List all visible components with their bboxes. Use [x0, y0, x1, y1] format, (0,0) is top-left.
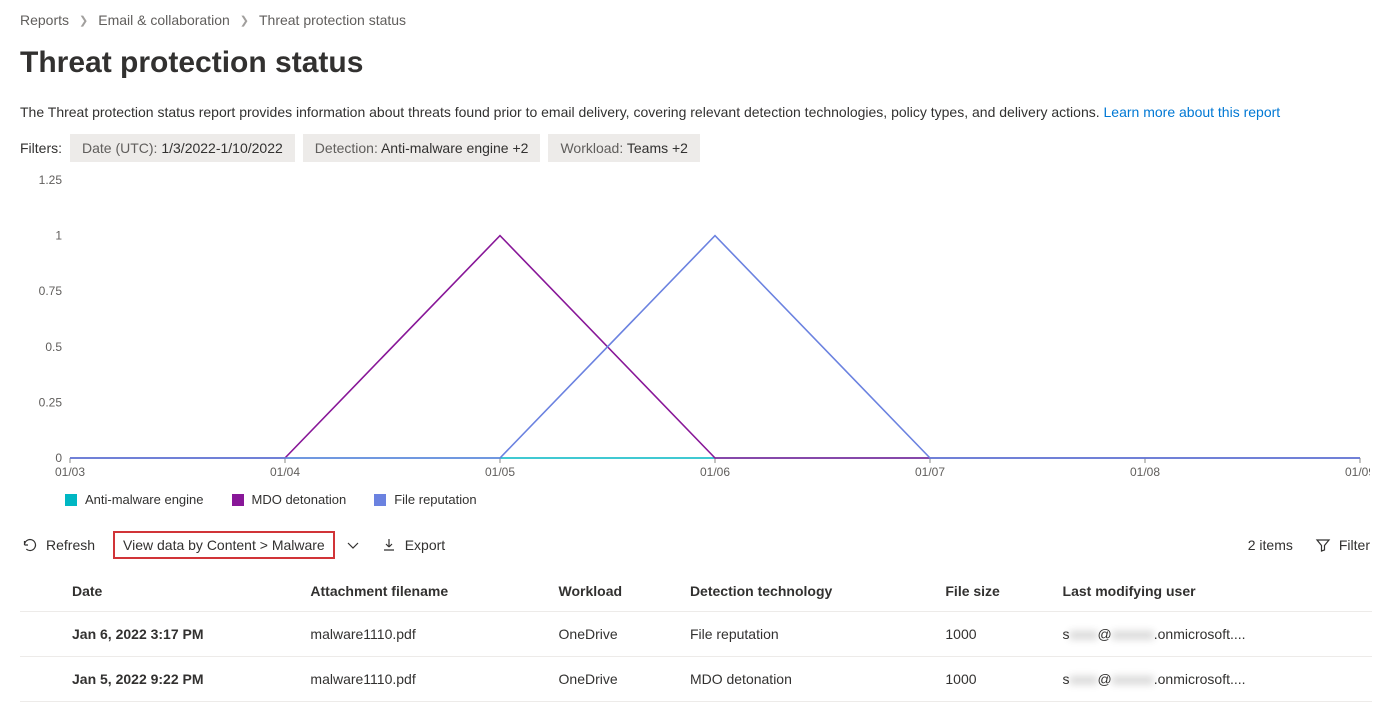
legend-label: Anti-malware engine — [85, 492, 204, 507]
swatch-icon — [232, 494, 244, 506]
legend-item-file-rep[interactable]: File reputation — [374, 492, 476, 507]
svg-text:01/03: 01/03 — [55, 465, 85, 479]
download-icon — [381, 537, 397, 553]
svg-text:01/08: 01/08 — [1130, 465, 1160, 479]
legend-label: File reputation — [394, 492, 476, 507]
filter-label: Filter — [1339, 537, 1370, 553]
filter-key: Detection: — [315, 140, 378, 156]
refresh-button[interactable]: Refresh — [20, 533, 97, 557]
view-data-by-dropdown[interactable]: View data by Content > Malware — [113, 531, 335, 559]
filter-pill-date[interactable]: Date (UTC): 1/3/2022-1/10/2022 — [70, 134, 295, 162]
table-header-row: Date Attachment filename Workload Detect… — [20, 571, 1372, 612]
col-filename[interactable]: Attachment filename — [300, 571, 548, 612]
svg-text:0: 0 — [55, 451, 62, 465]
export-button[interactable]: Export — [379, 533, 447, 557]
cell-filesize: 1000 — [935, 657, 1052, 702]
filters-row: Filters: Date (UTC): 1/3/2022-1/10/2022 … — [20, 134, 1372, 162]
cell-filename: malware1110.pdf — [300, 612, 548, 657]
breadcrumb-item-reports[interactable]: Reports — [20, 12, 69, 28]
svg-text:0.75: 0.75 — [39, 284, 63, 298]
view-select-label: View data by Content > Malware — [123, 537, 325, 553]
legend-label: MDO detonation — [252, 492, 347, 507]
svg-text:01/05: 01/05 — [485, 465, 515, 479]
breadcrumb-item-current: Threat protection status — [259, 12, 406, 28]
svg-text:01/04: 01/04 — [270, 465, 300, 479]
filter-value: Anti-malware engine +2 — [381, 140, 528, 156]
refresh-icon — [22, 537, 38, 553]
col-workload[interactable]: Workload — [549, 571, 680, 612]
legend-item-mdo[interactable]: MDO detonation — [232, 492, 347, 507]
col-select — [20, 571, 62, 612]
filter-icon — [1315, 537, 1331, 553]
table-toolbar: Refresh View data by Content > Malware E… — [20, 527, 1372, 571]
results-table: Date Attachment filename Workload Detect… — [20, 571, 1372, 702]
filters-label: Filters: — [20, 140, 62, 156]
cell-date: Jan 6, 2022 3:17 PM — [62, 612, 300, 657]
breadcrumb: Reports ❯ Email & collaboration ❯ Threat… — [20, 12, 1372, 28]
cell-detection: File reputation — [680, 612, 935, 657]
page-description: The Threat protection status report prov… — [20, 104, 1372, 120]
chevron-down-icon — [345, 537, 361, 553]
svg-text:0.25: 0.25 — [39, 395, 63, 409]
svg-text:01/06: 01/06 — [700, 465, 730, 479]
view-chevron-button[interactable] — [343, 533, 363, 557]
filter-pill-detection[interactable]: Detection: Anti-malware engine +2 — [303, 134, 541, 162]
learn-more-link[interactable]: Learn more about this report — [1104, 104, 1281, 120]
col-user[interactable]: Last modifying user — [1053, 571, 1372, 612]
cell-workload: OneDrive — [549, 657, 680, 702]
row-checkbox[interactable] — [20, 657, 62, 702]
refresh-label: Refresh — [46, 537, 95, 553]
swatch-icon — [374, 494, 386, 506]
filter-value: 1/3/2022-1/10/2022 — [161, 140, 282, 156]
chart-legend: Anti-malware engine MDO detonation File … — [65, 492, 1372, 507]
row-checkbox[interactable] — [20, 612, 62, 657]
legend-item-anti-malware[interactable]: Anti-malware engine — [65, 492, 204, 507]
svg-text:01/09: 01/09 — [1345, 465, 1370, 479]
swatch-icon — [65, 494, 77, 506]
filter-button[interactable]: Filter — [1313, 533, 1372, 557]
line-chart: 0 0.25 0.5 0.75 1 1.25 01/03 01/04 01/05 01/06 01/… — [30, 174, 1370, 484]
col-detection[interactable]: Detection technology — [680, 571, 935, 612]
cell-workload: OneDrive — [549, 612, 680, 657]
filter-key: Workload: — [560, 140, 623, 156]
svg-text:1.25: 1.25 — [39, 174, 63, 187]
filter-pill-workload[interactable]: Workload: Teams +2 — [548, 134, 700, 162]
items-count: 2 items — [1248, 537, 1293, 553]
col-filesize[interactable]: File size — [935, 571, 1052, 612]
filter-key: Date (UTC): — [82, 140, 157, 156]
chevron-right-icon: ❯ — [240, 14, 249, 27]
cell-detection: MDO detonation — [680, 657, 935, 702]
cell-filesize: 1000 — [935, 612, 1052, 657]
svg-text:1: 1 — [55, 229, 62, 243]
export-label: Export — [405, 537, 445, 553]
cell-user: sxxxx@xxxxxx.onmicrosoft.... — [1053, 612, 1372, 657]
table-row[interactable]: Jan 6, 2022 3:17 PMmalware1110.pdfOneDri… — [20, 612, 1372, 657]
svg-text:0.5: 0.5 — [45, 340, 62, 354]
cell-user: sxxxx@xxxxxx.onmicrosoft.... — [1053, 657, 1372, 702]
page-title: Threat protection status — [20, 46, 1372, 80]
breadcrumb-item-email[interactable]: Email & collaboration — [98, 12, 230, 28]
filter-value: Teams +2 — [627, 140, 688, 156]
cell-filename: malware1110.pdf — [300, 657, 548, 702]
table-row[interactable]: Jan 5, 2022 9:22 PMmalware1110.pdfOneDri… — [20, 657, 1372, 702]
svg-text:01/07: 01/07 — [915, 465, 945, 479]
col-date[interactable]: Date — [62, 571, 300, 612]
cell-date: Jan 5, 2022 9:22 PM — [62, 657, 300, 702]
chart-area: 0 0.25 0.5 0.75 1 1.25 01/03 01/04 01/05 01/06 01/… — [30, 174, 1372, 484]
chevron-right-icon: ❯ — [79, 14, 88, 27]
description-text: The Threat protection status report prov… — [20, 104, 1104, 120]
